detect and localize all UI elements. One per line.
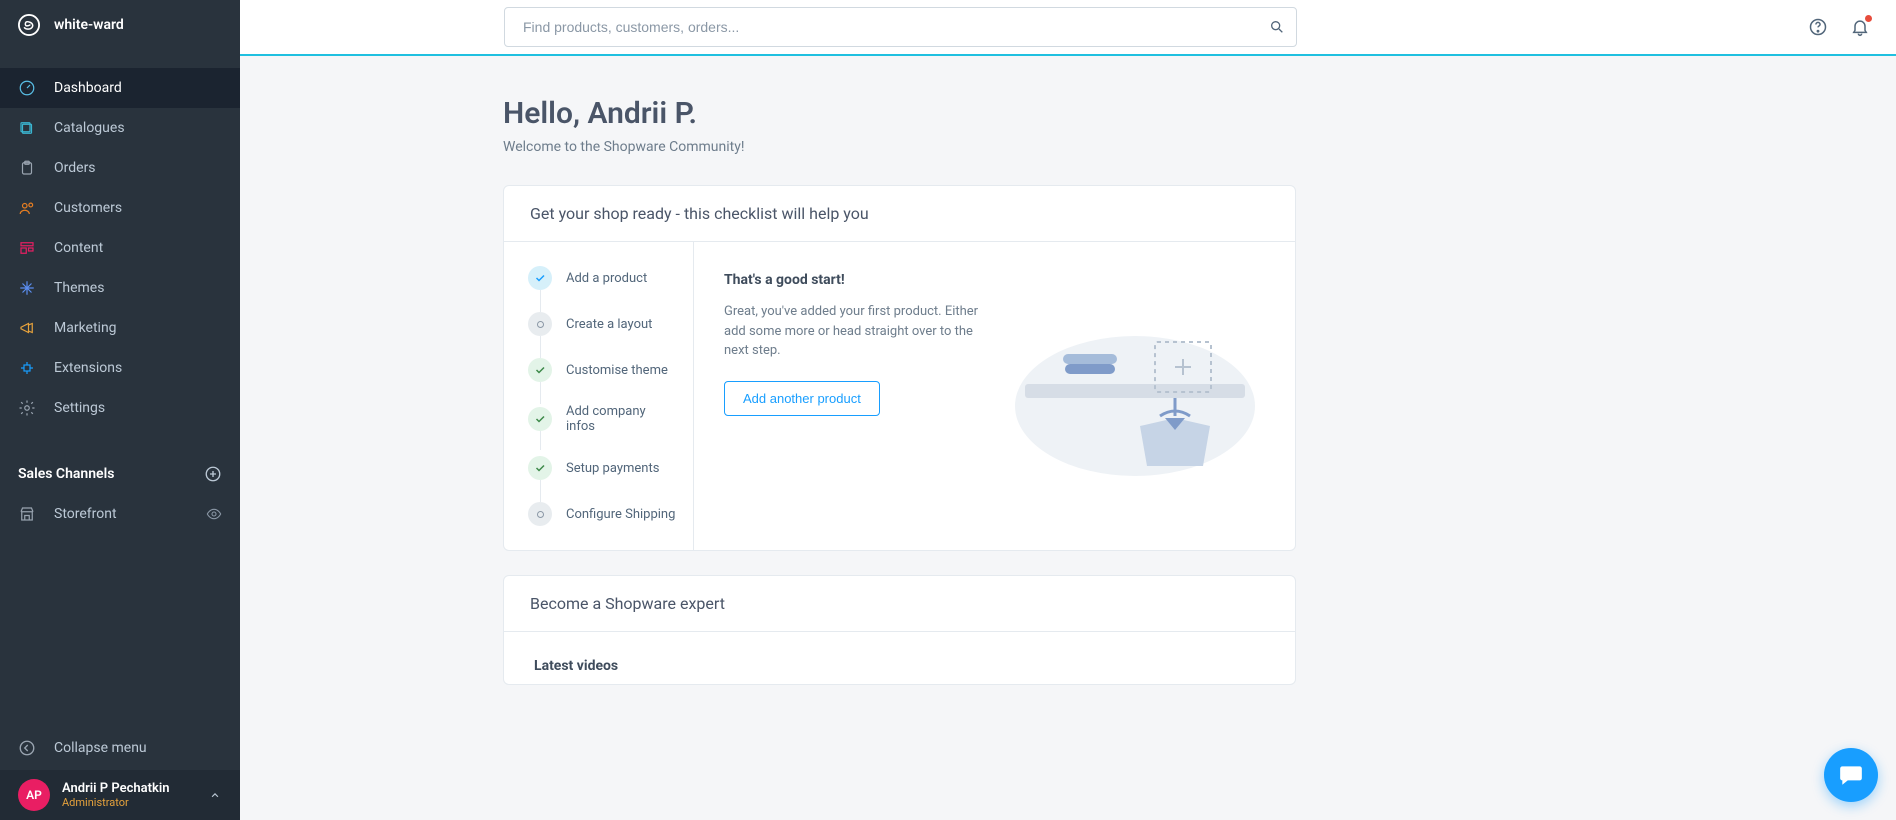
collapse-menu-button[interactable]: Collapse menu xyxy=(0,726,240,770)
user-role: Administrator xyxy=(62,796,208,809)
content-area: Hello, Andrii P. Welcome to the Shopware… xyxy=(240,56,1896,820)
detail-desc: Great, you've added your first product. … xyxy=(724,302,984,361)
channel-label: Storefront xyxy=(54,506,117,522)
logo-icon xyxy=(18,14,40,36)
search-icon[interactable] xyxy=(1269,19,1285,35)
plug-icon xyxy=(18,359,36,377)
check-add-product[interactable]: Add a product xyxy=(528,266,677,290)
user-name: Andrii P Pechatkin xyxy=(62,781,208,797)
nav-label: Extensions xyxy=(54,360,122,376)
nav-label: Settings xyxy=(54,400,105,416)
nav-label: Catalogues xyxy=(54,120,125,136)
search-wrap xyxy=(504,7,1297,47)
gear-icon xyxy=(18,399,36,417)
avatar: AP xyxy=(18,779,50,811)
check-icon xyxy=(528,407,552,431)
nav-marketing[interactable]: Marketing xyxy=(0,308,240,348)
checklist-card: Get your shop ready - this checklist wil… xyxy=(503,185,1296,551)
brand-name: white-ward xyxy=(54,17,124,33)
checklist: Add a product Create a layout Customise xyxy=(504,242,694,550)
check-icon xyxy=(528,358,552,382)
nav-settings[interactable]: Settings xyxy=(0,388,240,428)
circle-icon xyxy=(528,502,552,526)
help-icon[interactable] xyxy=(1808,17,1828,37)
nav-extensions[interactable]: Extensions xyxy=(0,348,240,388)
detail-title: That's a good start! xyxy=(724,272,984,288)
illustration xyxy=(984,272,1265,520)
megaphone-icon xyxy=(18,319,36,337)
bell-icon[interactable] xyxy=(1850,17,1870,37)
chat-fab[interactable] xyxy=(1824,748,1878,802)
checklist-detail: That's a good start! Great, you've added… xyxy=(694,242,1295,550)
nav-orders[interactable]: Orders xyxy=(0,148,240,188)
users-icon xyxy=(18,199,36,217)
nav-label: Dashboard xyxy=(54,80,122,96)
layout-icon xyxy=(18,239,36,257)
nav-dashboard[interactable]: Dashboard xyxy=(0,68,240,108)
check-company-infos[interactable]: Add company infos xyxy=(528,404,677,434)
nav-customers[interactable]: Customers xyxy=(0,188,240,228)
clipboard-icon xyxy=(18,159,36,177)
search-input[interactable] xyxy=(504,7,1297,47)
check-icon xyxy=(528,266,552,290)
check-setup-payments[interactable]: Setup payments xyxy=(528,456,677,480)
nav-content[interactable]: Content xyxy=(0,228,240,268)
box-icon xyxy=(18,119,36,137)
expert-card: Become a Shopware expert Latest videos xyxy=(503,575,1296,685)
check-customise-theme[interactable]: Customise theme xyxy=(528,358,677,382)
nav-label: Customers xyxy=(54,200,122,216)
storefront-icon xyxy=(18,505,36,523)
latest-videos-heading: Latest videos xyxy=(504,632,1295,684)
checklist-card-title: Get your shop ready - this checklist wil… xyxy=(504,186,1295,242)
nav-label: Orders xyxy=(54,160,96,176)
main: Hello, Andrii P. Welcome to the Shopware… xyxy=(240,0,1896,820)
check-configure-shipping[interactable]: Configure Shipping xyxy=(528,502,677,526)
nav-label: Themes xyxy=(54,280,104,296)
eye-icon[interactable] xyxy=(206,506,222,522)
sparkle-icon xyxy=(18,279,36,297)
add-channel-button[interactable] xyxy=(204,465,222,483)
notification-dot xyxy=(1865,15,1872,22)
collapse-label: Collapse menu xyxy=(54,740,147,756)
check-create-layout[interactable]: Create a layout xyxy=(528,312,677,336)
user-menu[interactable]: AP Andrii P Pechatkin Administrator xyxy=(0,770,240,820)
top-actions xyxy=(1808,17,1870,37)
nav-catalogues[interactable]: Catalogues xyxy=(0,108,240,148)
nav-themes[interactable]: Themes xyxy=(0,268,240,308)
add-another-product-button[interactable]: Add another product xyxy=(724,381,880,416)
main-nav: Dashboard Catalogues Orders Customers Co… xyxy=(0,50,240,428)
sidebar-header: white-ward xyxy=(0,0,240,50)
gauge-icon xyxy=(18,79,36,97)
greeting-subtitle: Welcome to the Shopware Community! xyxy=(503,139,1296,155)
topbar xyxy=(240,0,1896,56)
nav-label: Content xyxy=(54,240,103,256)
channel-storefront[interactable]: Storefront xyxy=(0,494,240,534)
sales-channels-label: Sales Channels xyxy=(18,466,114,482)
nav-label: Marketing xyxy=(54,320,117,336)
circle-icon xyxy=(528,312,552,336)
sales-channels-heading: Sales Channels xyxy=(0,454,240,494)
chevron-up-icon xyxy=(208,788,222,802)
collapse-icon xyxy=(18,739,36,757)
sidebar: white-ward Dashboard Catalogues Orders C… xyxy=(0,0,240,820)
check-icon xyxy=(528,456,552,480)
greeting-title: Hello, Andrii P. xyxy=(503,96,1296,131)
expert-card-title: Become a Shopware expert xyxy=(504,576,1295,632)
